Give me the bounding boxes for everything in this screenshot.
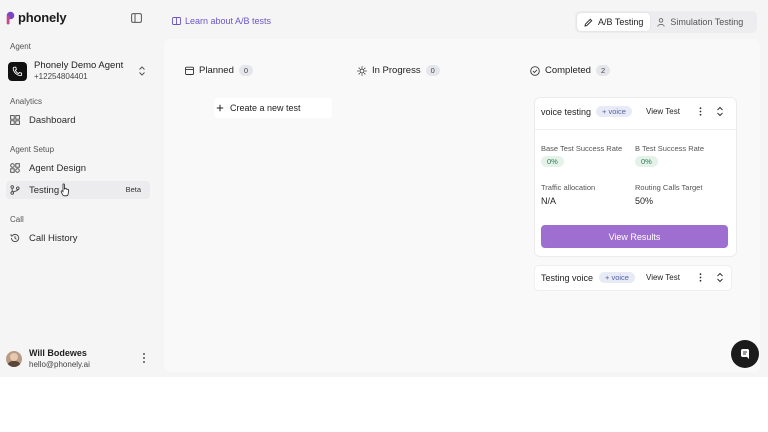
view-results-button[interactable]: View Results [541, 225, 728, 248]
column-header-in-progress: In Progress 0 [357, 65, 440, 76]
base-rate-label: Base Test Success Rate [541, 144, 623, 153]
hand-cursor-icon [60, 183, 70, 197]
traffic-allocation-label: Traffic allocation [541, 183, 596, 192]
chevron-up-down-icon [139, 66, 145, 76]
column-count: 2 [595, 65, 611, 76]
app-window: phonely Agent Phonely Demo Agent +122548… [0, 0, 768, 377]
pencil-icon [584, 18, 593, 27]
column-header-completed: Completed 2 [530, 65, 611, 76]
sidebar: phonely Agent Phonely Demo Agent +122548… [0, 0, 155, 377]
routing-target-label: Routing Calls Target [635, 183, 703, 192]
column-count: 0 [425, 65, 440, 76]
sidebar-toggle-icon[interactable] [131, 13, 142, 23]
phone-icon [12, 66, 23, 76]
tab-label: Simulation Testing [670, 17, 744, 27]
beta-badge: Beta [125, 185, 141, 194]
sidebar-item-dashboard[interactable]: Dashboard [6, 111, 150, 129]
chevron-up-down-icon[interactable] [716, 272, 724, 283]
b-rate-value: 0% [635, 156, 658, 167]
routing-target-value: 50% [635, 196, 654, 206]
sidebar-item-agent-design[interactable]: Agent Design [6, 159, 150, 177]
chat-icon [741, 349, 749, 359]
agent-avatar [8, 61, 27, 81]
create-test-label: Create a new test [230, 103, 301, 113]
learn-ab-tests-link[interactable]: Learn about A/B tests [172, 16, 271, 26]
agent-name: Phonely Demo Agent [34, 60, 124, 71]
analytics-section-label: Analytics [10, 97, 43, 106]
voice-tag: + voice [596, 106, 632, 117]
column-count: 0 [238, 65, 254, 76]
learn-link-label: Learn about A/B tests [185, 16, 272, 26]
view-test-link[interactable]: View Test [646, 107, 680, 116]
brand-logo[interactable]: phonely [6, 10, 67, 25]
more-vertical-icon[interactable] [699, 107, 702, 116]
user-name: Will Bodewes [29, 348, 87, 358]
agent-setup-section-label: Agent Setup [10, 145, 55, 154]
tab-simulation-testing[interactable]: Simulation Testing [650, 13, 750, 31]
grid-icon [10, 115, 20, 125]
column-title: Planned [199, 65, 234, 76]
person-icon [657, 17, 666, 27]
base-rate-value: 0% [541, 156, 564, 167]
b-rate-label: B Test Success Rate [635, 144, 705, 153]
more-vertical-icon[interactable] [142, 352, 146, 364]
divider [535, 129, 736, 130]
avatar [6, 351, 22, 367]
test-title: Testing voice [541, 273, 594, 283]
sun-icon [357, 65, 367, 76]
phonely-logo-icon [6, 11, 15, 24]
column-header-planned: Planned 0 [185, 65, 254, 76]
test-card: voice testing + voice View Test Base Tes… [534, 97, 737, 257]
plus-icon [216, 104, 224, 112]
sidebar-item-testing[interactable]: Testing Beta [6, 181, 150, 199]
call-section-label: Call [10, 215, 24, 224]
check-circle-icon [530, 65, 540, 76]
user-email: hello@phonely.ai [29, 360, 90, 369]
agent-section-label: Agent [10, 42, 31, 51]
test-card: Testing voice + voice View Test [534, 265, 732, 291]
column-title: In Progress [372, 65, 421, 76]
voice-tag: + voice [599, 272, 635, 283]
chat-support-button[interactable] [731, 340, 759, 368]
tab-ab-testing[interactable]: A/B Testing [577, 13, 651, 31]
column-title: Completed [545, 65, 591, 76]
sidebar-item-call-history[interactable]: Call History [6, 229, 150, 247]
agent-selector[interactable]: Phonely Demo Agent +12254804401 [6, 56, 150, 86]
git-branch-icon [10, 185, 20, 195]
sidebar-item-label: Agent Design [29, 162, 87, 174]
view-test-link[interactable]: View Test [646, 273, 680, 282]
brand-name: phonely [18, 10, 67, 25]
traffic-allocation-value: N/A [541, 196, 557, 206]
sidebar-item-label: Call History [29, 232, 78, 244]
blank-area [0, 377, 768, 432]
testing-mode-tabs: A/B Testing Simulation Testing [575, 11, 757, 33]
shapes-icon [10, 163, 20, 173]
test-title: voice testing [541, 107, 592, 117]
tab-label: A/B Testing [598, 17, 644, 27]
book-icon [172, 17, 181, 25]
chevron-up-down-icon[interactable] [716, 106, 724, 117]
calendar-icon [185, 66, 194, 75]
sidebar-item-label: Testing [29, 184, 60, 196]
more-vertical-icon[interactable] [699, 273, 702, 282]
user-profile[interactable]: Will Bodewes hello@phonely.ai [6, 346, 150, 372]
agent-phone: +12254804401 [34, 72, 88, 81]
create-test-button[interactable]: Create a new test [214, 98, 332, 118]
sidebar-item-label: Dashboard [29, 114, 76, 126]
history-icon [10, 233, 20, 243]
